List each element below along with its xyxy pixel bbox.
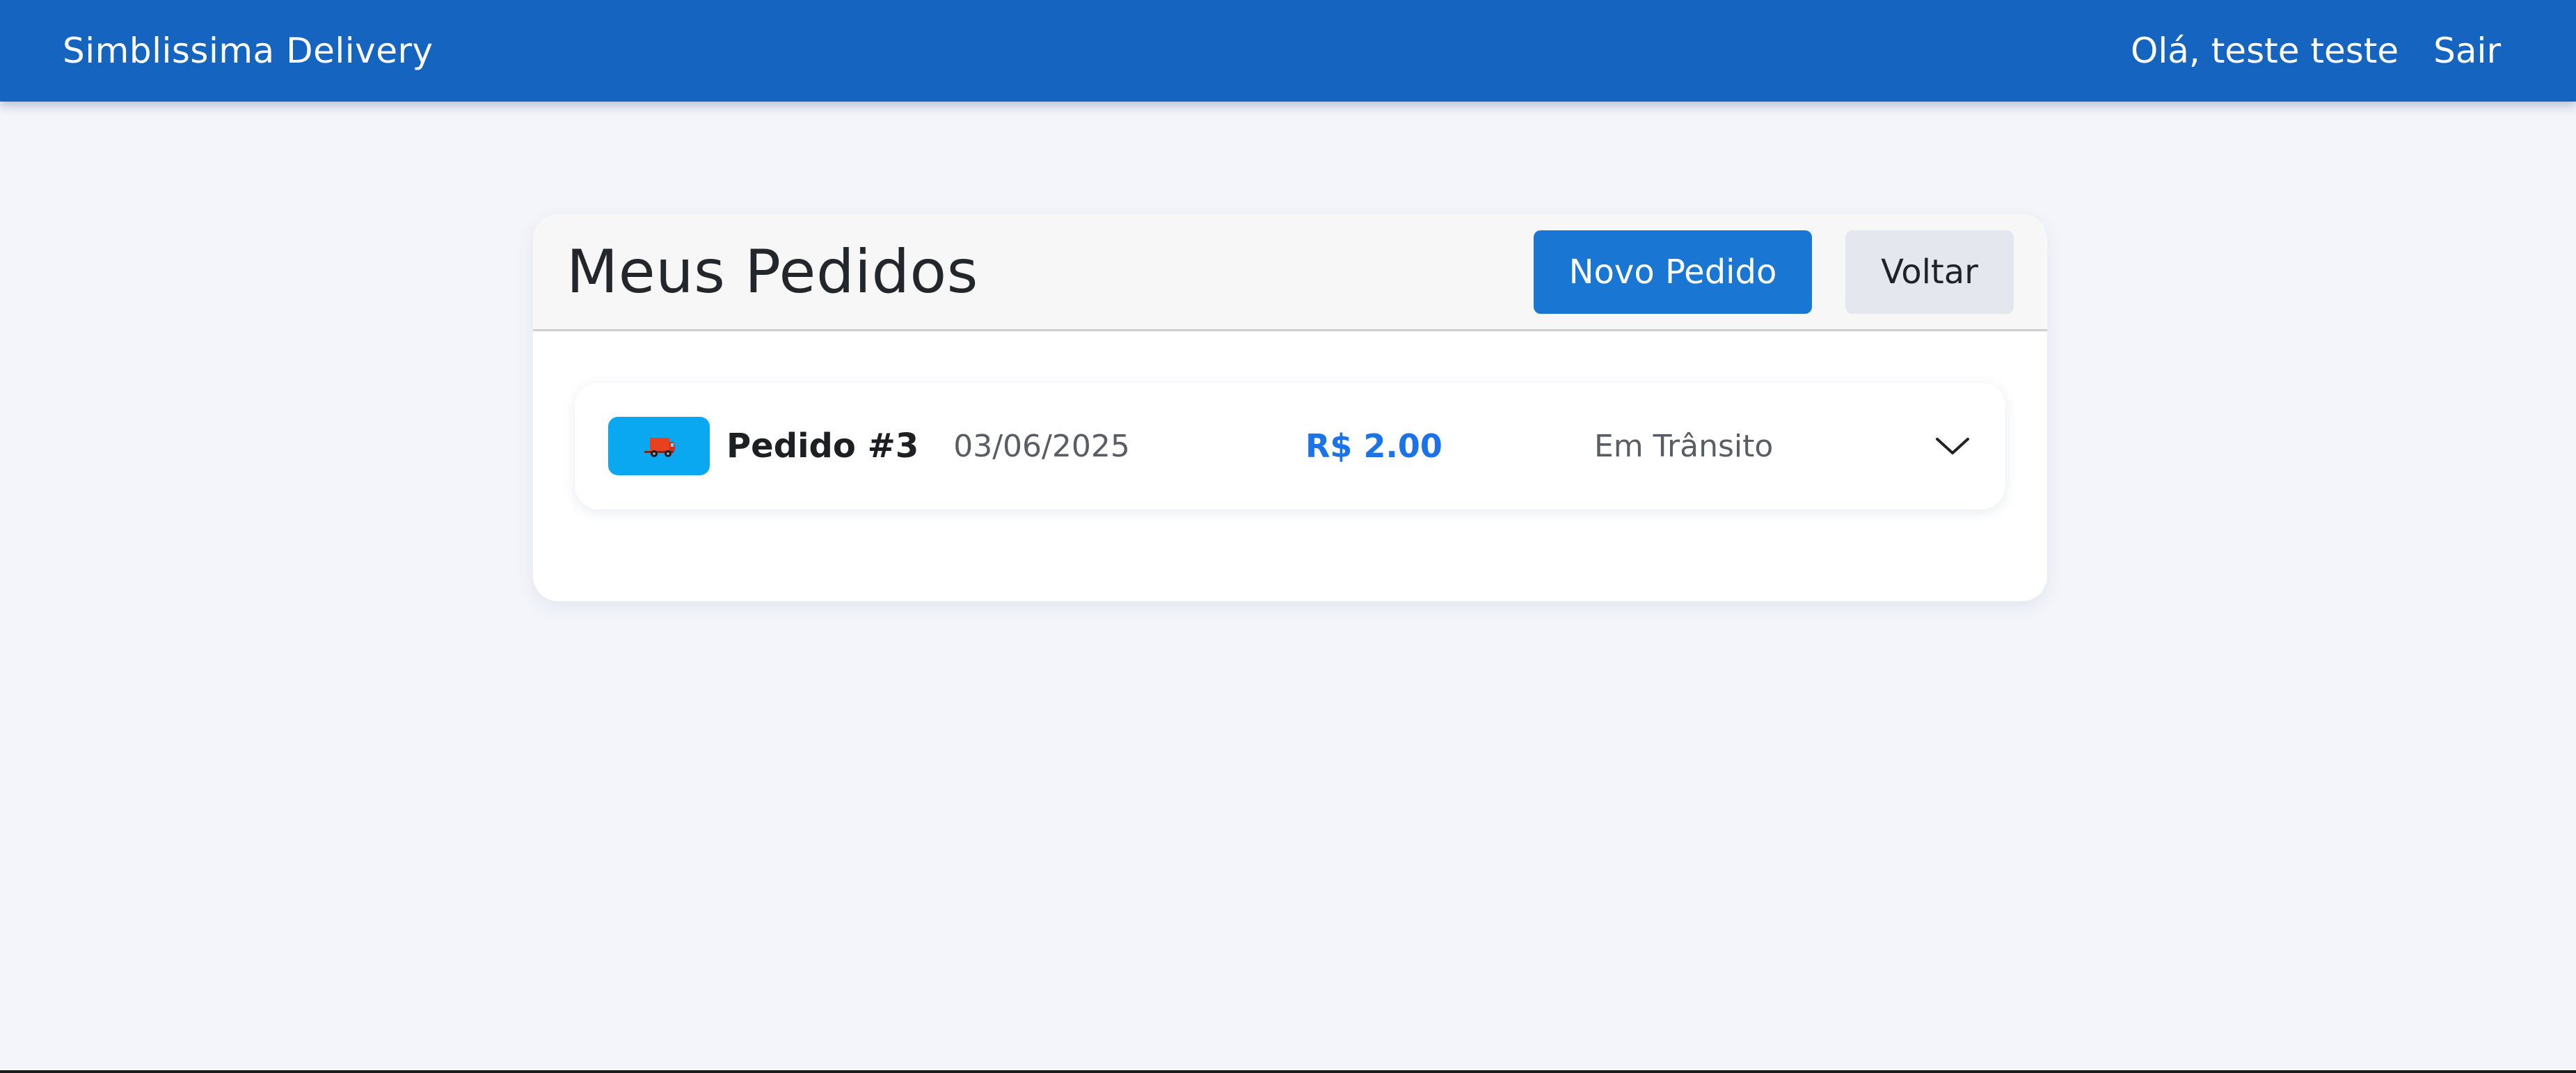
bottom-border — [0, 1070, 2576, 1073]
order-status-chip — [608, 417, 710, 475]
delivery-truck-icon — [644, 438, 675, 457]
back-button[interactable]: Voltar — [1845, 230, 2014, 314]
order-title: Pedido #3 — [726, 427, 919, 466]
page-title: Meus Pedidos — [566, 237, 978, 307]
brand-title[interactable]: Simblissima Delivery — [63, 31, 434, 71]
chevron-down-icon — [1936, 438, 1969, 454]
user-greeting: Olá, teste teste — [2131, 31, 2399, 71]
order-price: R$ 2.00 — [1305, 427, 1442, 465]
orders-card: Meus Pedidos Novo Pedido Voltar Pedido # — [533, 214, 2047, 601]
logout-link[interactable]: Sair — [2433, 31, 2501, 71]
order-item[interactable]: Pedido #3 03/06/2025 R$ 2.00 Em Trânsito — [575, 383, 2005, 509]
new-order-button[interactable]: Novo Pedido — [1534, 230, 1812, 314]
order-date: 03/06/2025 — [953, 428, 1130, 464]
user-menu: Olá, teste teste Sair — [2131, 31, 2501, 71]
orders-list: Pedido #3 03/06/2025 R$ 2.00 Em Trânsito — [533, 331, 2047, 509]
header-actions: Novo Pedido Voltar — [1534, 230, 2014, 314]
orders-card-header: Meus Pedidos Novo Pedido Voltar — [533, 214, 2047, 331]
top-navbar: Simblissima Delivery Olá, teste teste Sa… — [0, 0, 2576, 102]
expand-order-button[interactable] — [1932, 425, 1973, 467]
order-status: Em Trânsito — [1594, 428, 1774, 464]
